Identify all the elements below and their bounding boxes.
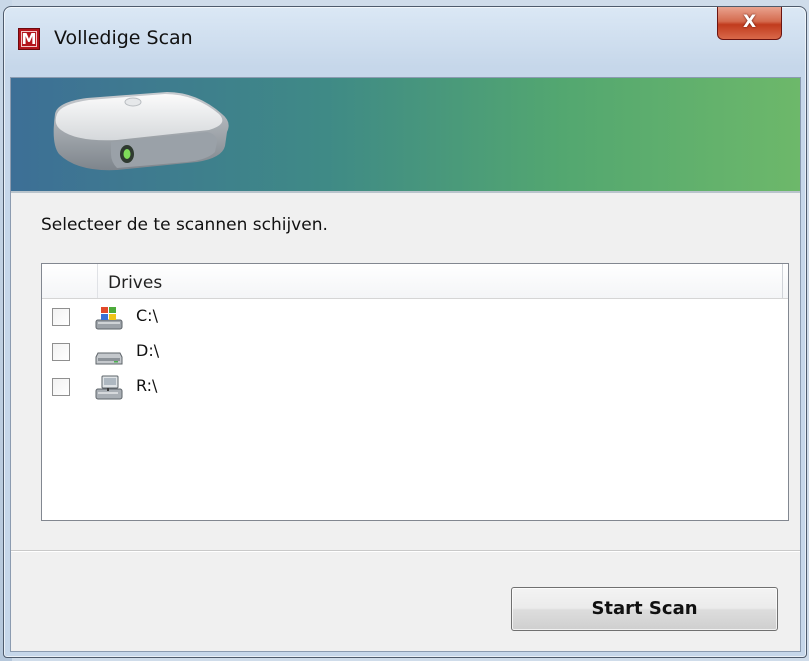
title-bar[interactable]: M Volledige Scan X: [4, 7, 806, 67]
app-logo-icon: M: [18, 28, 40, 50]
system-drive-icon: [95, 307, 123, 330]
header-divider: [782, 264, 783, 298]
instruction-text: Selecteer de te scannen schijven.: [41, 215, 328, 235]
optical-drive-icon: [95, 352, 123, 365]
start-scan-button[interactable]: Start Scan: [511, 587, 778, 631]
app-logo-letter: M: [21, 30, 37, 48]
drive-checkbox[interactable]: [52, 343, 70, 361]
drive-checkbox[interactable]: [52, 378, 70, 396]
drive-checkbox[interactable]: [52, 308, 70, 326]
window-title: Volledige Scan: [54, 27, 193, 49]
drives-column-header[interactable]: Drives: [108, 273, 162, 293]
list-header: Drives: [42, 264, 788, 299]
list-item[interactable]: R:\: [42, 374, 342, 406]
footer-divider: [11, 550, 800, 552]
list-item[interactable]: D:\: [42, 339, 342, 371]
close-icon: X: [742, 12, 757, 32]
banner-divider: [11, 191, 800, 193]
drive-label: R:\: [136, 376, 158, 395]
close-button[interactable]: X: [717, 7, 782, 40]
drives-list[interactable]: Drives C:\ D:\ R:\: [41, 263, 789, 521]
scan-dialog: M Volledige Scan X Selecteer de te scann…: [3, 6, 807, 658]
drive-label: D:\: [136, 341, 160, 360]
header-banner: [11, 78, 800, 191]
network-drive-icon: [95, 375, 123, 400]
header-divider: [97, 264, 98, 298]
dialog-content: Selecteer de te scannen schijven. Drives…: [10, 77, 801, 652]
list-item[interactable]: C:\: [42, 304, 342, 336]
drive-label: C:\: [136, 306, 158, 325]
hard-drive-icon: [53, 92, 229, 171]
